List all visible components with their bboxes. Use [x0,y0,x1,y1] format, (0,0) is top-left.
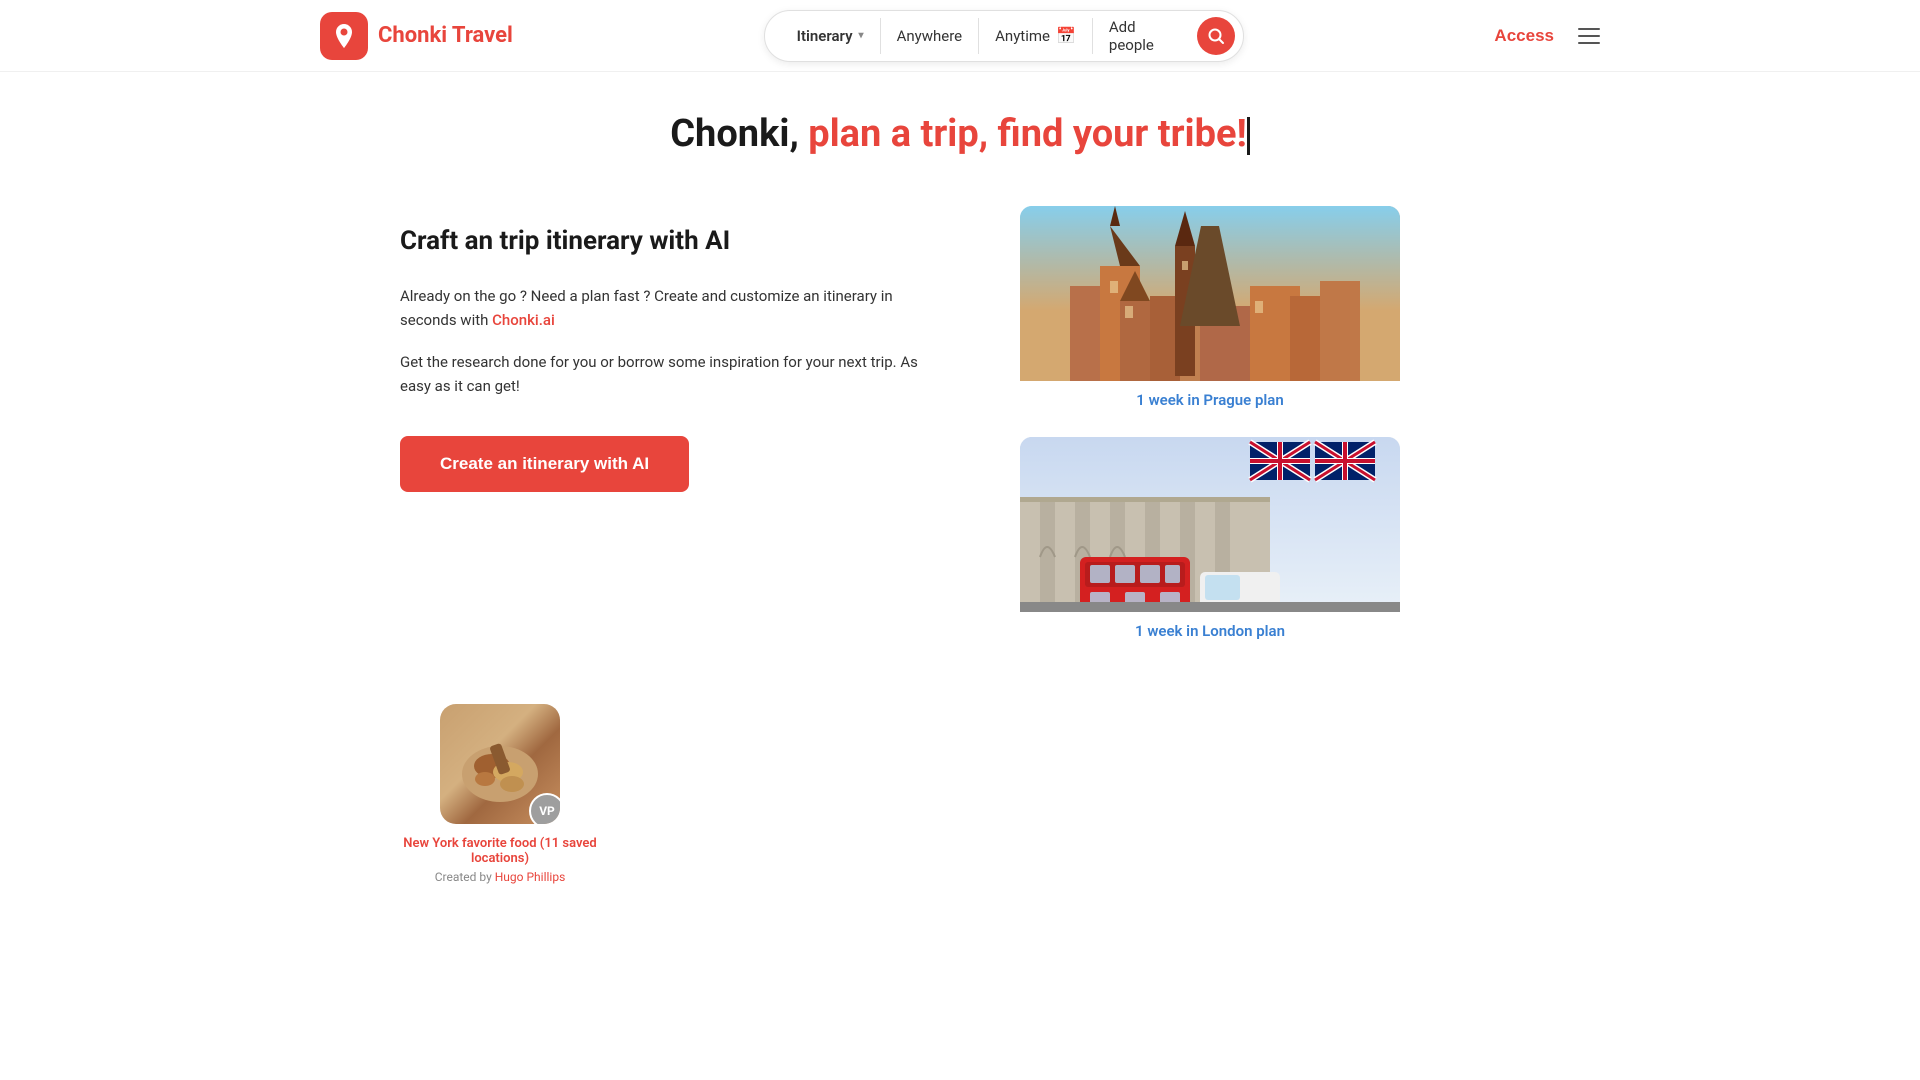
menu-icon-line2 [1578,35,1600,37]
cursor-blink [1247,117,1250,155]
hero-title-colored: plan a trip, find your tribe! [808,112,1247,156]
menu-icon-line1 [1578,28,1600,30]
access-button[interactable]: Access [1494,26,1554,46]
left-heading: Craft an trip itinerary with AI [400,226,940,256]
prague-label: 1 week in Prague plan [1020,381,1400,413]
food-card[interactable]: VP New York favorite food (11 saved loca… [400,704,600,884]
menu-button[interactable] [1578,28,1600,44]
main-content: Craft an trip itinerary with AI Already … [320,166,1600,684]
itinerary-segment[interactable]: Itinerary ▾ [781,18,881,54]
calendar-icon: 📅 [1056,26,1076,45]
hero-section: Chonki, plan a trip, find your tribe! [0,72,1920,166]
create-itinerary-button[interactable]: Create an itinerary with AI [400,436,689,492]
anywhere-segment[interactable]: Anywhere [881,18,980,54]
logo-icon [320,12,368,60]
anywhere-label: Anywhere [897,27,963,45]
menu-icon-line3 [1578,42,1600,44]
left-para2: Get the research done for you or borrow … [400,350,940,398]
nav-right: Access [1494,26,1600,46]
left-para1-before: Already on the go ? Need a plan fast ? C… [400,287,893,329]
chevron-down-icon: ▾ [859,30,864,41]
hero-title: Chonki, plan a trip, find your tribe! [0,112,1920,156]
anytime-segment[interactable]: Anytime 📅 [979,18,1093,54]
logo[interactable]: Chonki Travel [320,12,513,60]
avatar-badge: VP [529,793,560,824]
search-bar: Itinerary ▾ Anywhere Anytime 📅 Add peopl… [764,10,1244,62]
london-image [1020,437,1400,612]
logo-text: Chonki Travel [378,23,513,48]
london-card[interactable]: 1 week in London plan [1020,437,1400,644]
food-subtitle-prefix: Created by [435,870,495,884]
prague-image [1020,206,1400,381]
hero-title-start: Chonki, [670,112,808,156]
food-card-subtitle: Created by Hugo Phillips [400,870,600,884]
navbar: Chonki Travel Itinerary ▾ Anywhere Anyti… [0,0,1920,72]
prague-card[interactable]: 1 week in Prague plan [1020,206,1400,413]
chonki-ai-link[interactable]: Chonki.ai [492,311,555,329]
food-subtitle-link[interactable]: Hugo Phillips [495,870,566,884]
left-para1: Already on the go ? Need a plan fast ? C… [400,284,940,332]
london-label: 1 week in London plan [1020,612,1400,644]
itinerary-label: Itinerary [797,27,853,45]
food-image-wrap: VP [440,704,560,824]
add-people-label: Add people [1109,18,1173,54]
left-panel: Craft an trip itinerary with AI Already … [400,206,940,492]
food-card-title: New York favorite food (11 saved locatio… [400,836,600,866]
add-people-segment[interactable]: Add people [1093,18,1189,54]
right-panel: 1 week in Prague plan [1020,206,1400,644]
lower-section: VP New York favorite food (11 saved loca… [320,684,1600,924]
anytime-label: Anytime [995,27,1050,45]
search-button[interactable] [1197,17,1235,55]
